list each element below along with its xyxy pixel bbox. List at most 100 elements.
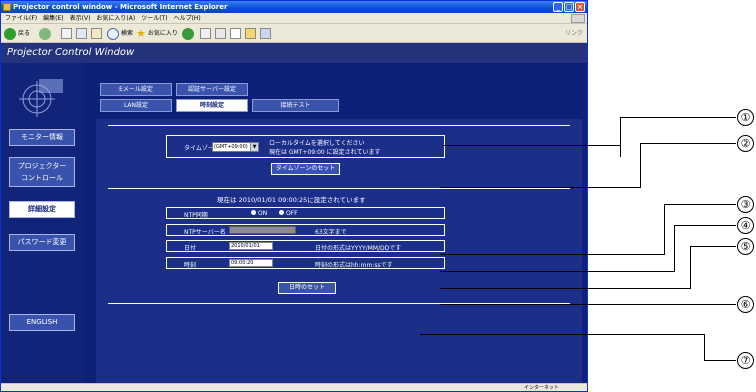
callout-4: ④ [737, 217, 754, 234]
timezone-box: タイムゾーン (GMT+09:00) ▼ ローカルタイムを選択してください 現在… [166, 135, 445, 158]
tab-email[interactable]: Eメール設定 [100, 83, 172, 96]
panasonic-logo-icon [19, 79, 63, 117]
detail-settings-button[interactable]: 詳細設定 [9, 201, 75, 218]
maximize-button[interactable]: □ [564, 2, 574, 12]
ntp-server-row: NTPサーバー名 63文字まで [166, 224, 445, 236]
callout-line [443, 145, 621, 146]
current-time-text: 現在は 2010/01/01 09:00:25に設定されています [217, 196, 366, 204]
refresh-icon[interactable] [76, 28, 87, 39]
date-row: 日付 2010/01/01 日付の形式はYYYY/MM/DDです [166, 240, 445, 252]
search-label: 検索 [121, 30, 134, 37]
callout-line [440, 254, 665, 255]
english-button[interactable]: ENGLISH [9, 314, 75, 331]
callout-6: ⑥ [737, 296, 754, 313]
time-settings-panel: タイムゾーン (GMT+09:00) ▼ ローカルタイムを選択してください 現在… [96, 119, 582, 383]
timezone-hint-1: ローカルタイムを選択してください [269, 140, 365, 147]
callout-line [704, 360, 736, 361]
password-change-button[interactable]: パスワード変更 [9, 234, 75, 251]
tab-auth-server[interactable]: 認証サーバー設定 [176, 83, 248, 96]
menu-tools[interactable]: ツール(T) [141, 13, 167, 23]
menu-view[interactable]: 表示(V) [70, 13, 91, 23]
monitor-info-button[interactable]: モニター情報 [9, 129, 75, 146]
menu-help[interactable]: ヘルプ(H) [174, 13, 201, 23]
messenger-icon[interactable] [260, 28, 271, 39]
windows-flag-icon [571, 14, 585, 23]
date-label: 日付 [184, 245, 197, 252]
ntp-on-radio[interactable] [251, 210, 256, 215]
time-hint: 時刻の形式はhh:mm:ssです [315, 262, 393, 269]
ie-icon [3, 3, 11, 11]
ntp-row: NTP同期 ON OFF [166, 207, 445, 219]
callout-3: ③ [737, 196, 754, 213]
favorites-button[interactable]: ★ お気に入り [136, 27, 178, 40]
projector-control-line2: コントロール [21, 174, 63, 182]
timezone-value: (GMT+09:00) [214, 144, 248, 150]
time-input[interactable]: 09:00:20 [229, 259, 273, 267]
main-pane: Eメール設定 認証サーバー設定 LAN設定 時刻設定 接続テスト タイムゾーン … [84, 63, 587, 383]
callout-line [640, 143, 641, 187]
ntp-server-label: NTPサーバー名 [184, 229, 226, 236]
callout-line [690, 246, 691, 288]
date-hint: 日付の形式はYYYY/MM/DDです [315, 245, 402, 252]
callout-line [674, 225, 736, 226]
stage: Projector control window - Microsoft Int… [0, 0, 756, 392]
callout-line [440, 187, 641, 188]
timezone-select[interactable]: (GMT+09:00) ▼ [212, 142, 259, 152]
back-button[interactable]: 戻る [4, 27, 30, 40]
projector-control-button[interactable]: プロジェクター コントロール [9, 157, 75, 187]
menu-favorites[interactable]: お気に入り(A) [96, 13, 135, 23]
search-button[interactable]: 検索 [107, 27, 133, 40]
back-label: 戻る [18, 30, 31, 37]
minimize-button[interactable]: _ [553, 2, 563, 12]
set-datetime-button[interactable]: 日時のセット [278, 282, 336, 294]
title-bar: Projector control window - Microsoft Int… [1, 1, 587, 13]
callout-line [440, 288, 691, 289]
callout-7: ⑦ [737, 352, 754, 369]
callout-2: ② [737, 135, 754, 152]
tab-lan[interactable]: LAN設定 [100, 99, 172, 112]
print-icon[interactable] [215, 28, 226, 39]
forward-arrow-icon [39, 27, 51, 40]
app-title: Projector Control Window [1, 43, 587, 63]
callout-line [664, 204, 665, 254]
sidebar: モニター情報 プロジェクター コントロール 詳細設定 パスワード変更 ENGLI… [1, 63, 84, 383]
forward-button[interactable] [39, 27, 51, 40]
window-title: Projector control window - Microsoft Int… [13, 3, 228, 11]
internet-zone-label: インターネット [523, 385, 559, 391]
callout-1: ① [737, 109, 754, 126]
menu-file[interactable]: ファイル(F) [5, 13, 37, 23]
links-label[interactable]: リンク [565, 28, 583, 37]
callout-line [664, 204, 736, 205]
ntp-server-input[interactable] [229, 226, 296, 234]
tab-time[interactable]: 時刻設定 [176, 99, 248, 112]
ntp-off-label: OFF [286, 210, 298, 217]
set-timezone-button[interactable]: タイムゾーンのセット [271, 163, 340, 175]
folder-icon[interactable] [245, 28, 256, 39]
favorites-label: お気に入り [147, 30, 178, 37]
callout-line [690, 246, 736, 247]
callout-5: ⑤ [737, 238, 754, 255]
menu-edit[interactable]: 編集(E) [43, 13, 63, 23]
date-input[interactable]: 2010/01/01 [229, 242, 273, 250]
search-icon [107, 27, 119, 40]
star-icon: ★ [136, 27, 146, 40]
ntp-server-hint: 63文字まで [315, 229, 347, 236]
divider [108, 188, 570, 189]
time-row: 時刻 09:00:20 時刻の形式はhh:mm:ssです [166, 257, 445, 269]
ntp-off-radio[interactable] [279, 210, 284, 215]
back-arrow-icon [4, 27, 16, 40]
tab-connection-test[interactable]: 接続テスト [252, 99, 339, 112]
home-icon[interactable] [91, 28, 102, 39]
edit-icon[interactable] [230, 28, 241, 39]
timezone-hint-2: 現在は GMT+09:00 に設定されています [269, 149, 381, 156]
menu-bar: ファイル(F) 編集(E) 表示(V) お気に入り(A) ツール(T) ヘルプ(… [1, 13, 587, 24]
callout-line [620, 117, 621, 157]
ntp-on-label: ON [258, 210, 268, 217]
callout-line [704, 334, 705, 361]
divider [108, 125, 570, 126]
mail-icon[interactable] [200, 28, 211, 39]
time-label: 時刻 [184, 262, 197, 269]
history-icon[interactable] [182, 28, 194, 40]
stop-icon[interactable] [61, 28, 72, 39]
close-button[interactable]: × [575, 2, 585, 12]
